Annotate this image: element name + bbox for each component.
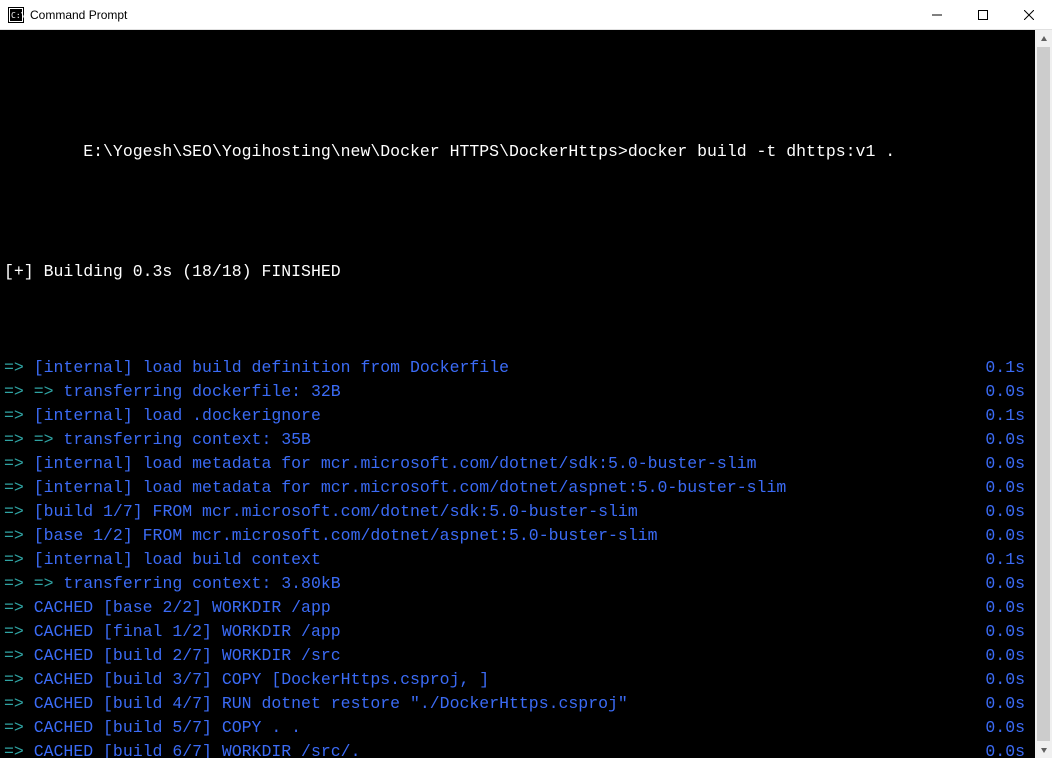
step-text: CACHED [build 6/7] WORKDIR /src/. xyxy=(34,742,361,758)
build-step-line: => CACHED [base 2/2] WORKDIR /app 0.0s xyxy=(4,596,1031,620)
scroll-thumb[interactable] xyxy=(1037,47,1050,741)
step-time: 0.1s xyxy=(985,404,1031,428)
step-text: CACHED [build 3/7] COPY [DockerHttps.csp… xyxy=(34,670,489,689)
window-controls xyxy=(914,0,1052,29)
step-text: transferring context: 3.80kB xyxy=(63,574,340,593)
step-time: 0.0s xyxy=(985,380,1031,404)
arrow-icon: => xyxy=(4,406,34,425)
arrow-icon: => => xyxy=(4,574,63,593)
build-step-line: => [internal] load build context 0.1s xyxy=(4,548,1031,572)
build-step-line: => => transferring context: 3.80kB 0.0s xyxy=(4,572,1031,596)
step-text: transferring context: 35B xyxy=(63,430,311,449)
prompt-line: E:\Yogesh\SEO\Yogihosting\new\Docker HTT… xyxy=(4,116,1031,188)
step-time: 0.1s xyxy=(985,548,1031,572)
build-header: [+] Building 0.3s (18/18) FINISHED xyxy=(4,260,341,284)
arrow-icon: => xyxy=(4,502,34,521)
arrow-icon: => xyxy=(4,550,34,569)
step-text: CACHED [build 2/7] WORKDIR /src xyxy=(34,646,341,665)
arrow-icon: => xyxy=(4,742,34,758)
build-header-line: [+] Building 0.3s (18/18) FINISHED xyxy=(4,260,1031,284)
build-step-line: => CACHED [build 4/7] RUN dotnet restore… xyxy=(4,692,1031,716)
step-text: [internal] load metadata for mcr.microso… xyxy=(34,478,787,497)
step-text: [internal] load build context xyxy=(34,550,321,569)
step-text: transferring dockerfile: 32B xyxy=(63,382,340,401)
build-step-line: => CACHED [final 1/2] WORKDIR /app 0.0s xyxy=(4,620,1031,644)
terminal-wrap: E:\Yogesh\SEO\Yogihosting\new\Docker HTT… xyxy=(0,30,1052,758)
arrow-icon: => xyxy=(4,454,34,473)
scroll-down-arrow[interactable] xyxy=(1035,741,1052,758)
scroll-up-arrow[interactable] xyxy=(1035,30,1052,47)
step-text: CACHED [build 5/7] COPY . . xyxy=(34,718,301,737)
step-time: 0.0s xyxy=(985,692,1031,716)
arrow-icon: => => xyxy=(4,382,63,401)
cmd-icon: C:\ xyxy=(8,7,24,23)
step-time: 0.0s xyxy=(985,596,1031,620)
prompt-path: E:\Yogesh\SEO\Yogihosting\new\Docker HTT… xyxy=(83,142,628,161)
svg-text:C:\: C:\ xyxy=(11,11,24,20)
arrow-icon: => xyxy=(4,646,34,665)
arrow-icon: => xyxy=(4,598,34,617)
build-step-line: => CACHED [build 5/7] COPY . . 0.0s xyxy=(4,716,1031,740)
step-text: CACHED [final 1/2] WORKDIR /app xyxy=(34,622,341,641)
step-text: CACHED [base 2/2] WORKDIR /app xyxy=(34,598,331,617)
step-time: 0.0s xyxy=(985,644,1031,668)
arrow-icon: => => xyxy=(4,430,63,449)
build-step-line: => [internal] load metadata for mcr.micr… xyxy=(4,452,1031,476)
build-step-line: => [internal] load .dockerignore 0.1s xyxy=(4,404,1031,428)
step-time: 0.0s xyxy=(985,716,1031,740)
arrow-icon: => xyxy=(4,718,34,737)
step-time: 0.0s xyxy=(985,572,1031,596)
build-steps: => [internal] load build definition from… xyxy=(4,356,1031,758)
scroll-track[interactable] xyxy=(1035,47,1052,741)
window-title: Command Prompt xyxy=(30,8,914,22)
build-step-line: => [internal] load metadata for mcr.micr… xyxy=(4,476,1031,500)
step-time: 0.0s xyxy=(985,740,1031,758)
step-text: [internal] load metadata for mcr.microso… xyxy=(34,454,757,473)
close-button[interactable] xyxy=(1006,0,1052,29)
arrow-icon: => xyxy=(4,622,34,641)
step-time: 0.1s xyxy=(985,356,1031,380)
build-step-line: => [internal] load build definition from… xyxy=(4,356,1031,380)
minimize-button[interactable] xyxy=(914,0,960,29)
build-step-line: => => transferring context: 35B 0.0s xyxy=(4,428,1031,452)
step-text: CACHED [build 4/7] RUN dotnet restore ".… xyxy=(34,694,628,713)
titlebar: C:\ Command Prompt xyxy=(0,0,1052,30)
step-text: [internal] load build definition from Do… xyxy=(34,358,509,377)
step-text: [internal] load .dockerignore xyxy=(34,406,321,425)
terminal-output[interactable]: E:\Yogesh\SEO\Yogihosting\new\Docker HTT… xyxy=(0,30,1035,758)
step-time: 0.0s xyxy=(985,428,1031,452)
build-step-line: => [build 1/7] FROM mcr.microsoft.com/do… xyxy=(4,500,1031,524)
step-time: 0.0s xyxy=(985,500,1031,524)
step-time: 0.0s xyxy=(985,476,1031,500)
step-time: 0.0s xyxy=(985,452,1031,476)
build-step-line: => CACHED [build 3/7] COPY [DockerHttps.… xyxy=(4,668,1031,692)
scrollbar[interactable] xyxy=(1035,30,1052,758)
arrow-icon: => xyxy=(4,526,34,545)
step-text: [build 1/7] FROM mcr.microsoft.com/dotne… xyxy=(34,502,638,521)
command-text: docker build -t dhttps:v1 . xyxy=(628,142,895,161)
step-time: 0.0s xyxy=(985,668,1031,692)
arrow-icon: => xyxy=(4,694,34,713)
build-step-line: => => transferring dockerfile: 32B 0.0s xyxy=(4,380,1031,404)
step-time: 0.0s xyxy=(985,524,1031,548)
build-step-line: => [base 1/2] FROM mcr.microsoft.com/dot… xyxy=(4,524,1031,548)
build-step-line: => CACHED [build 2/7] WORKDIR /src 0.0s xyxy=(4,644,1031,668)
build-step-line: => CACHED [build 6/7] WORKDIR /src/. 0.0s xyxy=(4,740,1031,758)
arrow-icon: => xyxy=(4,670,34,689)
step-time: 0.0s xyxy=(985,620,1031,644)
arrow-icon: => xyxy=(4,478,34,497)
maximize-button[interactable] xyxy=(960,0,1006,29)
arrow-icon: => xyxy=(4,358,34,377)
step-text: [base 1/2] FROM mcr.microsoft.com/dotnet… xyxy=(34,526,658,545)
